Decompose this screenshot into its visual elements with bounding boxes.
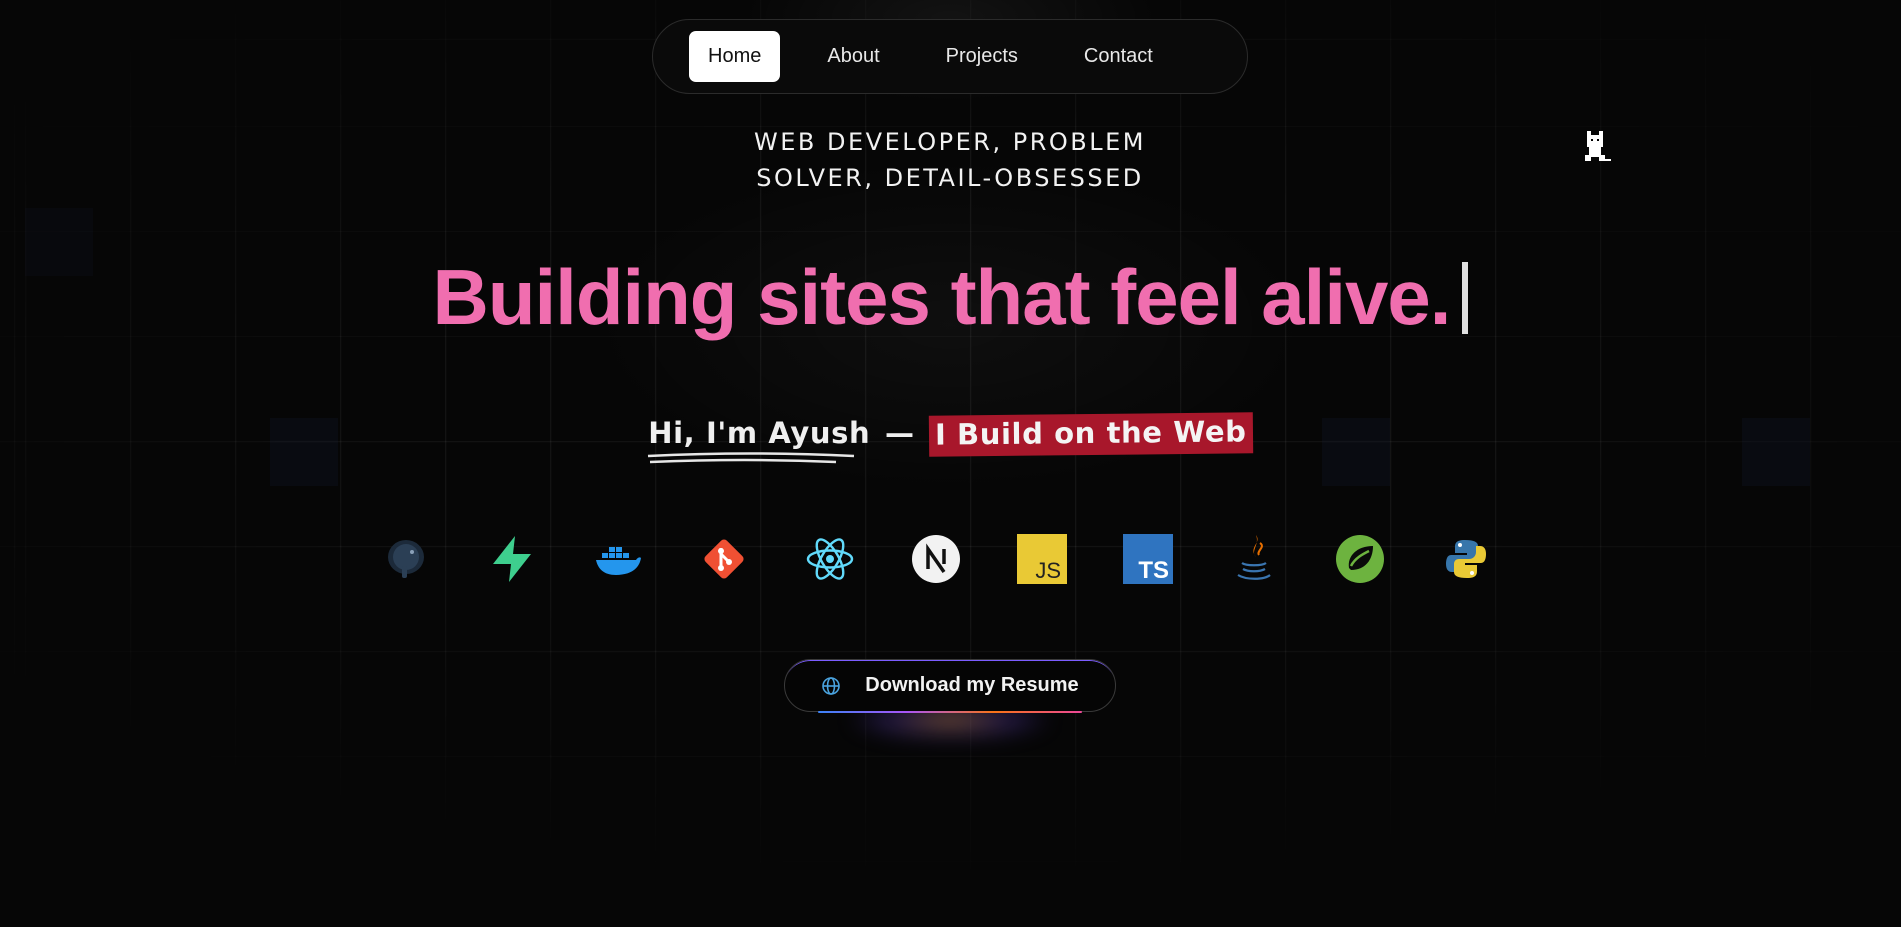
python-icon [1441, 534, 1491, 584]
intro-name-wrap: Hi, I'm Ayush [648, 416, 871, 464]
nav-item-contact[interactable]: Contact [1065, 31, 1172, 82]
hero-subtitle: WEB DEVELOPER, PROBLEM SOLVER, DETAIL-OB… [754, 128, 1146, 192]
nav-item-projects[interactable]: Projects [927, 31, 1037, 82]
main-nav: Home About Projects Contact [652, 19, 1248, 94]
download-resume-button[interactable]: Download my Resume [784, 659, 1116, 713]
intro-name: Hi, I'm Ayush [648, 416, 871, 450]
typescript-icon: TS [1123, 534, 1173, 584]
headline-text: Building sites that feel alive. [432, 253, 1452, 341]
supabase-icon [487, 534, 537, 584]
git-icon [699, 534, 749, 584]
javascript-icon: JS [1017, 534, 1067, 584]
react-icon [805, 534, 855, 584]
java-icon [1229, 534, 1279, 584]
typing-cursor [1462, 262, 1469, 334]
hero-headline: Building sites that feel alive. [0, 252, 1901, 343]
svg-text:JS: JS [1035, 558, 1061, 583]
nav-item-home[interactable]: Home [689, 31, 781, 82]
nextjs-icon [911, 534, 961, 584]
spring-icon [1335, 534, 1385, 584]
nav-item-about[interactable]: About [808, 31, 898, 82]
postgresql-icon [381, 534, 431, 584]
docker-icon [593, 534, 643, 584]
underline-scribble [648, 452, 855, 464]
intro-highlight: I Build on the Web [929, 412, 1253, 457]
globe-icon [822, 676, 841, 695]
svg-text:TS: TS [1138, 557, 1169, 584]
tech-stack-row: JS TS [381, 534, 1491, 584]
intro-dash: — [884, 416, 915, 450]
pixel-cat-icon[interactable] [1583, 131, 1613, 165]
hero-intro: Hi, I'm Ayush — I Build on the Web [0, 412, 1901, 464]
download-resume-label: Download my Resume [865, 674, 1079, 696]
